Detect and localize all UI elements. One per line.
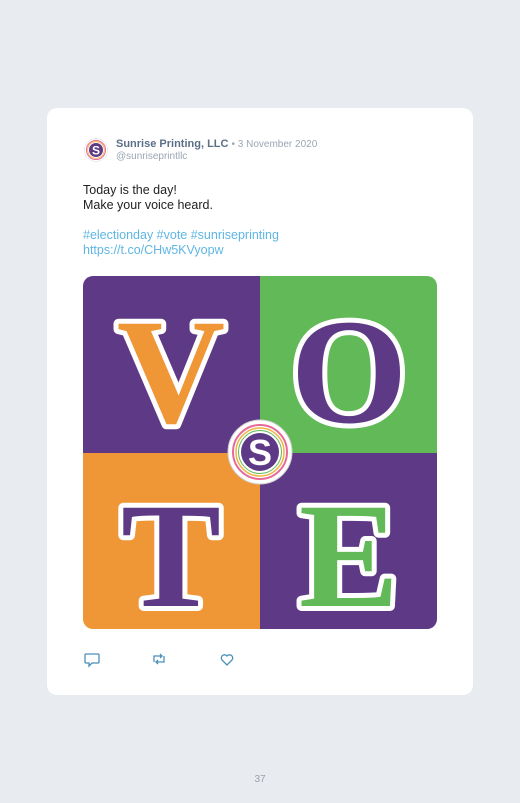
vote-graphic: V O T E S bbox=[83, 276, 437, 629]
author-name[interactable]: Sunrise Printing, LLC bbox=[116, 138, 228, 150]
tweet-links: #electionday #vote #sunriseprinting http… bbox=[83, 228, 443, 258]
tweet-text: Today is the day! Make your voice heard. bbox=[83, 183, 443, 213]
letter-t: T bbox=[121, 473, 221, 629]
svg-text:S: S bbox=[248, 432, 272, 473]
tweet-text-line: Make your voice heard. bbox=[83, 198, 213, 212]
retweet-icon[interactable] bbox=[150, 650, 168, 668]
tweet-image[interactable]: V O T E S bbox=[83, 276, 437, 629]
page-number: 37 bbox=[254, 774, 266, 785]
tweet-date[interactable]: • 3 November 2020 bbox=[232, 139, 318, 150]
letter-o: O bbox=[291, 289, 408, 455]
svg-text:S: S bbox=[92, 143, 100, 157]
letter-v: V bbox=[117, 289, 225, 455]
reply-icon[interactable] bbox=[83, 650, 101, 668]
center-logo: S bbox=[227, 419, 293, 485]
tweet-text-line: Today is the day! bbox=[83, 183, 177, 197]
hashtags-link[interactable]: #electionday #vote #sunriseprinting bbox=[83, 228, 279, 242]
avatar[interactable]: S bbox=[84, 138, 108, 162]
heart-icon[interactable] bbox=[218, 650, 236, 668]
author-handle[interactable]: @sunriseprintllc bbox=[116, 151, 187, 162]
tweet-url-link[interactable]: https://t.co/CHw5KVyopw bbox=[83, 243, 224, 257]
letter-e: E bbox=[299, 473, 399, 629]
author-name-row: Sunrise Printing, LLC • 3 November 2020 bbox=[116, 138, 317, 150]
